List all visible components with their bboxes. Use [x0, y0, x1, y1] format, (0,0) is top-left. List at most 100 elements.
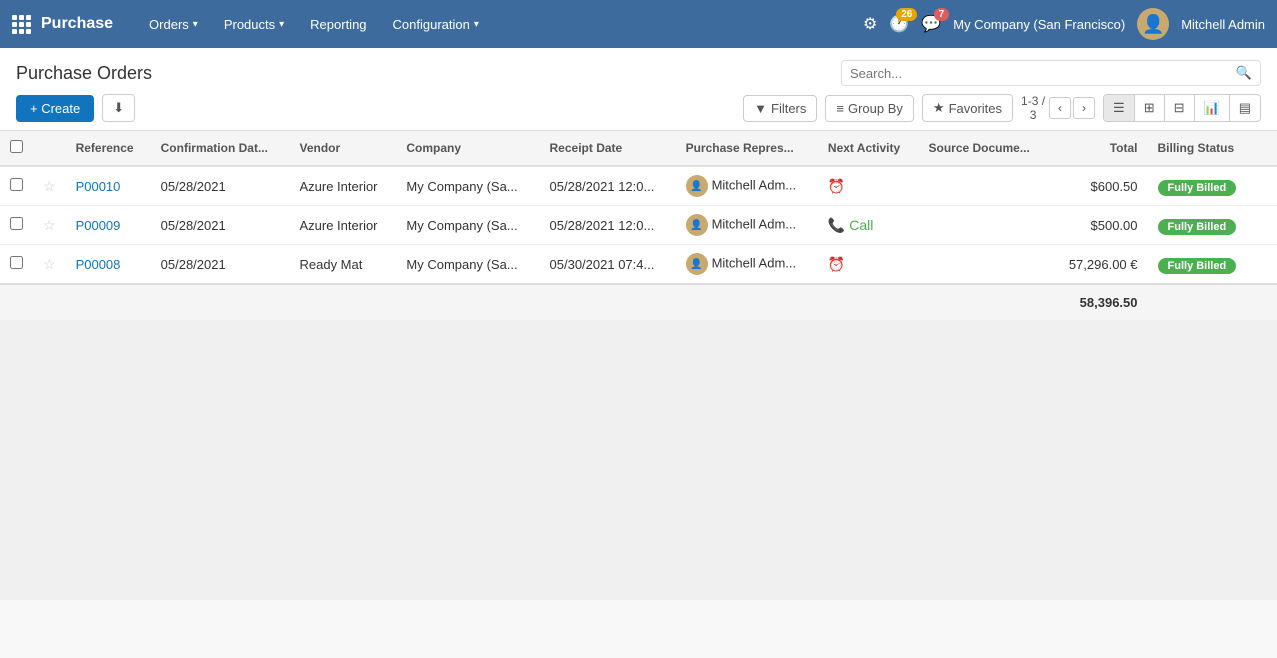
table-footer-row: 58,396.50: [0, 284, 1277, 320]
col-extra: [1255, 131, 1277, 166]
top-navigation: Purchase Orders ▾ Products ▾ Reporting C…: [0, 0, 1277, 48]
row-source-doc: [918, 245, 1050, 285]
row-confirmation-date: 05/28/2021: [151, 206, 290, 245]
row-star-cell[interactable]: ☆: [33, 206, 66, 245]
row-billing-status: Fully Billed: [1148, 206, 1256, 245]
row-billing-status: Fully Billed: [1148, 245, 1256, 285]
row-checkbox[interactable]: [10, 256, 23, 269]
search-icon[interactable]: 🔍: [1236, 65, 1252, 81]
row-checkbox-cell[interactable]: [0, 166, 33, 206]
apps-icon[interactable]: [12, 15, 31, 34]
col-total[interactable]: Total: [1051, 131, 1148, 166]
list-view-button[interactable]: ☰: [1104, 95, 1135, 121]
favorite-icon[interactable]: ☆: [43, 178, 56, 194]
select-all-col[interactable]: [0, 131, 33, 166]
col-billing-status[interactable]: Billing Status: [1148, 131, 1256, 166]
favorites-button[interactable]: ★ Favorites: [922, 94, 1013, 122]
message-badge: 7: [934, 8, 950, 21]
extra-view-button[interactable]: ▤: [1230, 95, 1260, 121]
row-vendor: Azure Interior: [289, 166, 396, 206]
chevron-down-icon: ▾: [193, 19, 198, 30]
col-receipt-date[interactable]: Receipt Date: [540, 131, 676, 166]
col-vendor[interactable]: Vendor: [289, 131, 396, 166]
nav-reporting[interactable]: Reporting: [298, 11, 378, 38]
col-source-doc[interactable]: Source Docume...: [918, 131, 1050, 166]
row-checkbox[interactable]: [10, 217, 23, 230]
prev-page-button[interactable]: ‹: [1049, 97, 1071, 119]
company-selector[interactable]: My Company (San Francisco): [953, 17, 1125, 32]
rep-avatar: 👤: [686, 175, 708, 197]
rep-avatar: 👤: [686, 253, 708, 275]
avatar[interactable]: 👤: [1137, 8, 1169, 40]
col-confirmation-date[interactable]: Confirmation Dat...: [151, 131, 290, 166]
row-rep: 👤Mitchell Adm...: [676, 245, 818, 285]
title-search-row: Purchase Orders 🔍: [16, 60, 1261, 86]
nav-configuration[interactable]: Configuration ▾: [381, 11, 491, 38]
nav-orders[interactable]: Orders ▾: [137, 11, 210, 38]
col-reference[interactable]: Reference: [66, 131, 151, 166]
table-row[interactable]: ☆ P00008 05/28/2021 Ready Mat My Company…: [0, 245, 1277, 285]
more-icon: ▤: [1239, 100, 1251, 115]
app-title: Purchase: [41, 15, 113, 33]
row-reference[interactable]: P00009: [66, 206, 151, 245]
favorite-icon[interactable]: ☆: [43, 217, 56, 233]
toolbar-right: ▼ Filters ≡ Group By ★ Favorites 1-3 / 3…: [743, 94, 1261, 122]
row-reference[interactable]: P00010: [66, 166, 151, 206]
col-purchase-rep[interactable]: Purchase Repres...: [676, 131, 818, 166]
row-total: $500.00: [1051, 206, 1148, 245]
chevron-down-icon: ▾: [279, 19, 284, 30]
row-next-activity: 📞 Call: [818, 206, 919, 245]
next-page-button[interactable]: ›: [1073, 97, 1095, 119]
row-receipt-date: 05/30/2021 07:4...: [540, 245, 676, 285]
row-checkbox-cell[interactable]: [0, 245, 33, 285]
favorite-icon[interactable]: ☆: [43, 256, 56, 272]
row-company: My Company (Sa...: [396, 166, 539, 206]
nav-menu: Orders ▾ Products ▾ Reporting Configurat…: [137, 11, 863, 38]
create-button[interactable]: + Create: [16, 95, 94, 122]
filter-button[interactable]: ▼ Filters: [743, 95, 817, 122]
star-icon: ★: [933, 100, 945, 116]
col-company[interactable]: Company: [396, 131, 539, 166]
row-rep: 👤Mitchell Adm...: [676, 206, 818, 245]
row-checkbox-cell[interactable]: [0, 206, 33, 245]
row-rep: 👤Mitchell Adm...: [676, 166, 818, 206]
page-title: Purchase Orders: [16, 63, 152, 84]
footer-spacer: [0, 284, 1051, 320]
nav-products[interactable]: Products ▾: [212, 11, 296, 38]
toolbar-left: + Create ⬇: [16, 94, 135, 122]
call-icon: 📞 Call: [828, 217, 873, 234]
row-reference[interactable]: P00008: [66, 245, 151, 285]
table-view-button[interactable]: ⊟: [1165, 95, 1195, 121]
row-receipt-date: 05/28/2021 12:0...: [540, 206, 676, 245]
row-source-doc: [918, 166, 1050, 206]
row-star-cell[interactable]: ☆: [33, 166, 66, 206]
favorite-col: [33, 131, 66, 166]
row-checkbox[interactable]: [10, 178, 23, 191]
activity-badge: 26: [896, 8, 917, 21]
search-bar: 🔍: [841, 60, 1261, 86]
kanban-view-button[interactable]: ⊞: [1135, 95, 1165, 121]
table-row[interactable]: ☆ P00010 05/28/2021 Azure Interior My Co…: [0, 166, 1277, 206]
row-total: $600.50: [1051, 166, 1148, 206]
search-input[interactable]: [850, 66, 1236, 81]
row-confirmation-date: 05/28/2021: [151, 245, 290, 285]
pagination-nav: ‹ ›: [1049, 97, 1095, 119]
chart-view-button[interactable]: 📊: [1195, 95, 1230, 121]
activity-empty-icon: ⏰: [828, 256, 845, 273]
table-row[interactable]: ☆ P00009 05/28/2021 Azure Interior My Co…: [0, 206, 1277, 245]
groupby-button[interactable]: ≡ Group By: [825, 95, 914, 122]
col-next-activity[interactable]: Next Activity: [818, 131, 919, 166]
download-button[interactable]: ⬇: [102, 94, 135, 122]
row-star-cell[interactable]: ☆: [33, 245, 66, 285]
chart-icon: 📊: [1204, 100, 1220, 115]
pagination-section: 1-3 / 3 ‹ ›: [1021, 94, 1095, 122]
empty-area: [0, 320, 1277, 600]
billing-badge: Fully Billed: [1158, 180, 1237, 196]
select-all-checkbox[interactable]: [10, 140, 23, 153]
messages-button[interactable]: 💬 7: [921, 14, 941, 34]
activity-button[interactable]: 🕐 26: [889, 14, 909, 34]
user-name[interactable]: Mitchell Admin: [1181, 17, 1265, 32]
row-source-doc: [918, 206, 1050, 245]
settings-button[interactable]: ⚙: [863, 14, 877, 34]
row-extra: [1255, 206, 1277, 245]
